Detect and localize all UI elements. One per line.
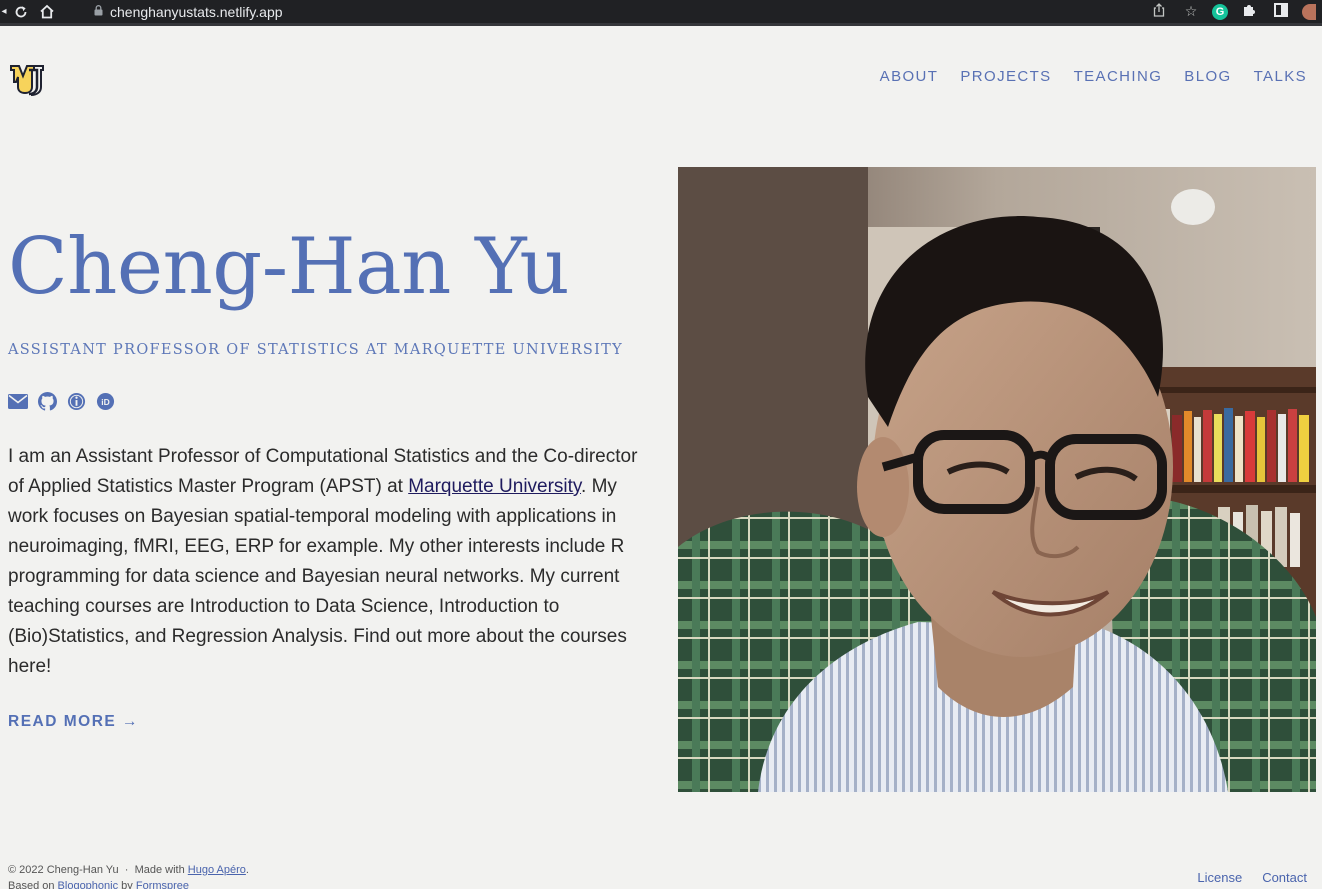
lock-icon bbox=[86, 5, 110, 19]
svg-text:iD: iD bbox=[101, 396, 110, 406]
bio-paragraph: I am an Assistant Professor of Computati… bbox=[8, 442, 656, 682]
info-icon[interactable] bbox=[66, 391, 86, 411]
footer-links: License Contact bbox=[1197, 870, 1307, 885]
marquette-mu-logo[interactable] bbox=[8, 60, 46, 96]
share-icon[interactable] bbox=[1148, 3, 1170, 21]
made-with-end: . bbox=[245, 864, 249, 876]
made-with-text: Made with bbox=[134, 864, 185, 876]
back-icon[interactable]: ◂ bbox=[0, 1, 8, 23]
github-icon[interactable] bbox=[37, 391, 57, 411]
star-icon[interactable]: ☆ bbox=[1180, 4, 1202, 20]
footer-credits: © 2022 Cheng-Han Yu · Made with Hugo Apé… bbox=[8, 862, 249, 889]
nav-blog[interactable]: BLOG bbox=[1184, 68, 1231, 85]
social-links: iD bbox=[8, 391, 115, 411]
orcid-icon[interactable]: iD bbox=[95, 391, 115, 411]
url-text: chenghanyustats.netlify.app bbox=[110, 4, 283, 20]
footer-separator: · bbox=[124, 864, 129, 876]
address-bar[interactable]: chenghanyustats.netlify.app bbox=[86, 0, 1206, 24]
hugo-apero-link[interactable]: Hugo Apéro bbox=[188, 864, 246, 876]
reload-icon[interactable] bbox=[8, 1, 34, 23]
email-icon[interactable] bbox=[8, 391, 28, 411]
bio-text-end: . My work focuses on Bayesian spatial-te… bbox=[8, 476, 627, 677]
main-nav: ABOUT PROJECTS TEACHING BLOG TALKS bbox=[880, 68, 1307, 85]
browser-toolbar: ◂ chenghanyustats.netlify.app ☆ G bbox=[0, 0, 1322, 26]
based-on-text: Based on bbox=[8, 880, 55, 889]
license-link[interactable]: License bbox=[1197, 870, 1242, 885]
page-title: Cheng-Han Yu bbox=[8, 222, 570, 312]
profile-avatar[interactable] bbox=[1302, 4, 1316, 20]
nav-teaching[interactable]: TEACHING bbox=[1074, 68, 1163, 85]
home-icon[interactable] bbox=[34, 1, 60, 23]
read-more-link[interactable]: READ MORE → bbox=[8, 713, 139, 731]
formspree-link[interactable]: Formspree bbox=[136, 880, 189, 889]
puzzle-icon[interactable] bbox=[1238, 3, 1260, 21]
nav-projects[interactable]: PROJECTS bbox=[960, 68, 1051, 85]
contact-link[interactable]: Contact bbox=[1262, 870, 1307, 885]
copyright-text: © 2022 Cheng-Han Yu bbox=[8, 864, 119, 876]
sidebar-icon[interactable] bbox=[1270, 3, 1292, 21]
profile-photo bbox=[678, 167, 1316, 792]
grammarly-extension-icon[interactable]: G bbox=[1212, 4, 1228, 20]
marquette-university-link[interactable]: Marquette University bbox=[408, 476, 581, 497]
nav-about[interactable]: ABOUT bbox=[880, 68, 939, 85]
page-subtitle: ASSISTANT PROFESSOR OF STATISTICS AT MAR… bbox=[8, 342, 624, 358]
nav-talks[interactable]: TALKS bbox=[1254, 68, 1307, 85]
blogophonic-link[interactable]: Blogophonic bbox=[58, 880, 119, 889]
by-text: by bbox=[121, 880, 133, 889]
